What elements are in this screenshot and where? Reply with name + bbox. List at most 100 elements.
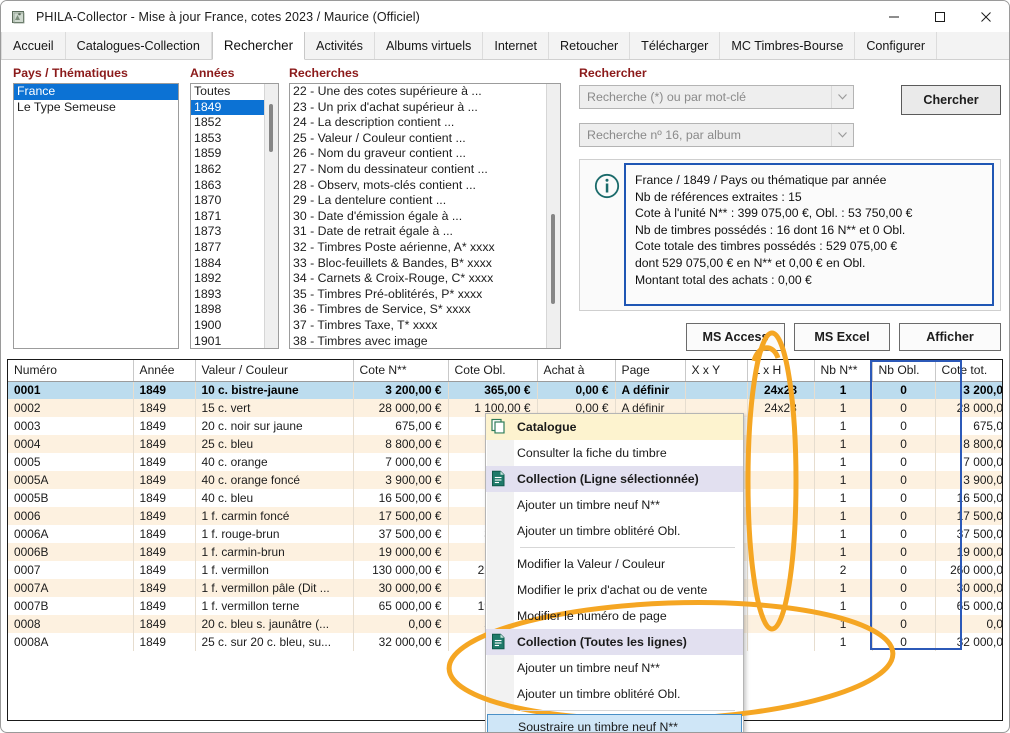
- tab-retoucher[interactable]: Retoucher: [549, 32, 631, 59]
- keyword-search-combo[interactable]: Recherche (*) ou par mot-clé: [579, 85, 854, 109]
- maximize-button[interactable]: [917, 1, 963, 32]
- annee-item[interactable]: 1871: [191, 209, 264, 225]
- pays-listbox[interactable]: France Le Type Semeuse: [13, 83, 179, 349]
- annee-item[interactable]: 1862: [191, 162, 264, 178]
- cell-nb-obl: 0: [872, 507, 936, 525]
- context-menu-item[interactable]: Catalogue: [486, 414, 743, 440]
- annee-item[interactable]: 1859: [191, 146, 264, 162]
- recherche-item[interactable]: 27 - Nom du dessinateur contient ...: [290, 162, 546, 178]
- context-menu-item[interactable]: Ajouter un timbre oblitéré Obl.: [486, 518, 743, 544]
- recherche-item[interactable]: 37 - Timbres Taxe, T* xxxx: [290, 318, 546, 334]
- afficher-button[interactable]: Afficher: [899, 323, 1001, 351]
- annee-item[interactable]: 1873: [191, 224, 264, 240]
- cell-annee: 1849: [133, 633, 196, 651]
- info-line: Montant total des achats : 0,00 €: [635, 272, 812, 287]
- annee-item[interactable]: 1892: [191, 271, 264, 287]
- recherche-item-label: 34 - Carnets & Croix-Rouge, C* xxxx: [293, 271, 494, 286]
- column-header[interactable]: Numéro: [8, 360, 134, 382]
- column-header[interactable]: L x H: [747, 360, 815, 382]
- tab-configurer[interactable]: Configurer: [855, 32, 938, 59]
- recherche-item[interactable]: 31 - Date de retrait égale à ...: [290, 224, 546, 240]
- tab-t-l-charger[interactable]: Télécharger: [630, 32, 721, 59]
- column-header[interactable]: Cote Obl.: [448, 360, 538, 382]
- recherche-item[interactable]: 36 - Timbres de Service, S* xxxx: [290, 302, 546, 318]
- recherche-item[interactable]: 22 - Une des cotes supérieure à ...: [290, 84, 546, 100]
- close-button[interactable]: [963, 1, 1009, 32]
- column-header[interactable]: Valeur / Couleur: [195, 360, 354, 382]
- column-header[interactable]: Page: [615, 360, 686, 382]
- chevron-down-icon[interactable]: [831, 124, 853, 146]
- annees-scrollbar[interactable]: [264, 84, 278, 348]
- column-header[interactable]: Nb N**: [814, 360, 873, 382]
- cell-nb-n: 1: [814, 507, 873, 525]
- annee-item[interactable]: 1853: [191, 131, 264, 147]
- context-menu-item[interactable]: Consulter la fiche du timbre: [486, 440, 743, 466]
- annee-item[interactable]: 1870: [191, 193, 264, 209]
- column-header[interactable]: Achat à: [537, 360, 616, 382]
- recherches-listbox[interactable]: 22 - Une des cotes supérieure à ... 23 - …: [289, 83, 561, 349]
- table-row[interactable]: 0001 1849 10 c. bistre-jaune 3 200,00 €365,…: [8, 381, 1002, 399]
- cell-nb-obl: 0: [872, 471, 936, 489]
- annee-item[interactable]: 1893: [191, 287, 264, 303]
- ms-access-button[interactable]: MS Access: [686, 323, 785, 351]
- recherche-item[interactable]: 29 - La dentelure contient ...: [290, 193, 546, 209]
- recherche-item[interactable]: 38 - Timbres avec image: [290, 334, 546, 349]
- tab-accueil[interactable]: Accueil: [1, 32, 66, 59]
- column-header[interactable]: X x Y: [685, 360, 748, 382]
- annee-item[interactable]: 1849: [191, 99, 264, 116]
- recherche-item[interactable]: 28 - Observ, mots-clés contient ...: [290, 178, 546, 194]
- minimize-button[interactable]: [871, 1, 917, 32]
- recherche-item[interactable]: 24 - La description contient ...: [290, 115, 546, 131]
- recherche-item[interactable]: 26 - Nom du graveur contient ...: [290, 146, 546, 162]
- annees-listbox[interactable]: Toutes 1849 1852 1853 1859 1862 1863 1870 1871 18…: [190, 83, 279, 349]
- column-header[interactable]: Nb Obl.: [872, 360, 936, 382]
- tab-catalogues-collection[interactable]: Catalogues-Collection: [65, 32, 212, 59]
- annee-item[interactable]: 1901: [191, 334, 264, 349]
- context-menu-item[interactable]: Modifier le numéro de page: [486, 603, 743, 629]
- recherche-item[interactable]: 35 - Timbres Pré-oblitérés, P* xxxx: [290, 287, 546, 303]
- context-menu-item[interactable]: Modifier la Valeur / Couleur: [486, 551, 743, 577]
- annee-item[interactable]: 1898: [191, 302, 264, 318]
- context-menu-item[interactable]: Modifier le prix d'achat ou de vente: [486, 577, 743, 603]
- column-header[interactable]: Cote N**: [353, 360, 449, 382]
- context-menu[interactable]: Catalogue Consulter la fiche du timbre Col…: [485, 413, 744, 732]
- tab-internet[interactable]: Internet: [483, 32, 550, 59]
- ms-excel-button[interactable]: MS Excel: [794, 323, 890, 351]
- annee-item[interactable]: 1877: [191, 240, 264, 256]
- context-menu-item[interactable]: Collection (Ligne sélectionnée): [486, 466, 743, 492]
- tab-rechercher[interactable]: Rechercher: [211, 32, 306, 60]
- recherche-item[interactable]: 23 - Un prix d'achat supérieur à ...: [290, 100, 546, 116]
- context-menu-item[interactable]: Soustraire un timbre neuf N**: [487, 714, 742, 732]
- annee-item[interactable]: 1863: [191, 178, 264, 194]
- cell-cote-n: 16 500,00 €: [353, 489, 449, 507]
- context-menu-item-label: Consulter la fiche du timbre: [517, 446, 667, 460]
- annee-item[interactable]: Toutes: [191, 84, 264, 100]
- context-menu-item[interactable]: Ajouter un timbre neuf N**: [486, 655, 743, 681]
- annee-item[interactable]: 1852: [191, 115, 264, 131]
- annees-scroll-thumb[interactable]: [269, 104, 273, 152]
- column-header[interactable]: Cote tot.: [935, 360, 1002, 382]
- column-header[interactable]: Année: [133, 360, 196, 382]
- context-menu-item[interactable]: Collection (Toutes les lignes): [486, 629, 743, 655]
- tab-mc-timbres-bourse[interactable]: MC Timbres-Bourse: [720, 32, 856, 59]
- recherche-item[interactable]: 25 - Valeur / Couleur contient ...: [290, 131, 546, 147]
- recherche-item[interactable]: 33 - Bloc-feuillets & Bandes, B* xxxx: [290, 256, 546, 272]
- pays-item[interactable]: Le Type Semeuse: [14, 100, 178, 116]
- pays-item[interactable]: France: [14, 84, 178, 100]
- cell-cote-tot: 28 000,00 €: [935, 399, 1002, 417]
- tab-albums-virtuels[interactable]: Albums virtuels: [374, 32, 484, 59]
- album-search-combo[interactable]: Recherche nº 16, par album: [579, 123, 854, 147]
- context-menu-item[interactable]: Ajouter un timbre neuf N**: [486, 492, 743, 518]
- chevron-down-icon[interactable]: [831, 86, 853, 108]
- recherches-scroll-thumb[interactable]: [551, 214, 555, 304]
- recherches-scrollbar[interactable]: [546, 84, 560, 348]
- tab-activit-s[interactable]: Activités: [305, 32, 375, 59]
- chercher-button[interactable]: Chercher: [901, 85, 1001, 115]
- annee-item[interactable]: 1884: [191, 256, 264, 272]
- annee-item[interactable]: 1900: [191, 318, 264, 334]
- recherche-item[interactable]: 34 - Carnets & Croix-Rouge, C* xxxx: [290, 271, 546, 287]
- recherche-item[interactable]: 32 - Timbres Poste aérienne, A* xxxx: [290, 240, 546, 256]
- recherche-item[interactable]: 30 - Date d'émission égale à ...: [290, 209, 546, 225]
- context-menu-item[interactable]: Ajouter un timbre oblitéré Obl.: [486, 681, 743, 707]
- tab-label: Télécharger: [641, 38, 709, 53]
